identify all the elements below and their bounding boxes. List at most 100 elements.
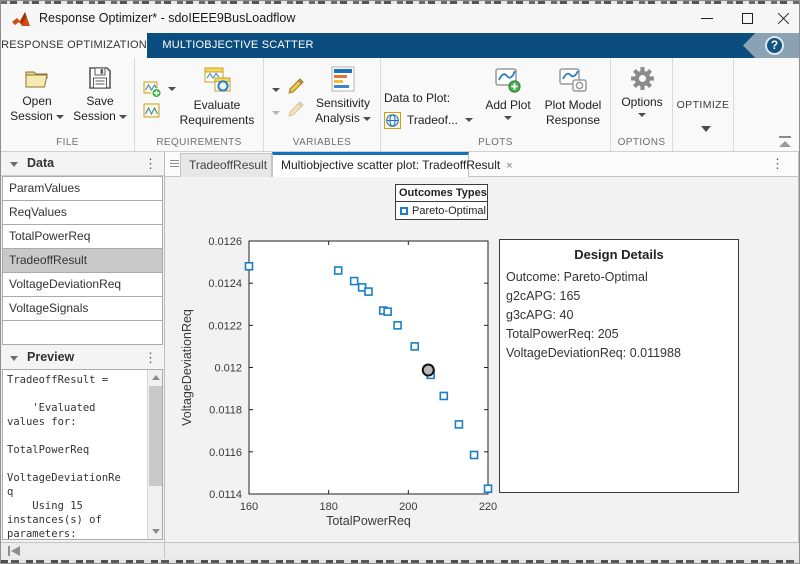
window-title: Response Optimizer* - sdoIEEE9BusLoadflo… bbox=[39, 4, 295, 33]
new-requirement-icon bbox=[143, 80, 162, 99]
data-to-plot-dropdown[interactable]: Tradeof... bbox=[384, 110, 473, 130]
chevron-down-icon[interactable] bbox=[272, 88, 280, 92]
view-requirement-button[interactable] bbox=[143, 103, 162, 124]
pareto-point[interactable] bbox=[246, 263, 253, 270]
preview-scrollbar[interactable] bbox=[147, 370, 162, 539]
design-detail-totalpowerreq: TotalPowerReq: 205 bbox=[500, 325, 738, 344]
collapse-toolstrip-button[interactable] bbox=[777, 136, 793, 148]
chevron-down-icon[interactable] bbox=[119, 115, 127, 119]
scrollbar-thumb[interactable] bbox=[149, 386, 162, 486]
edit-variable-button[interactable] bbox=[286, 77, 305, 101]
matlab-logo-icon bbox=[11, 10, 31, 28]
chevron-down-icon[interactable] bbox=[272, 111, 280, 115]
data-item-voltagesignals[interactable]: VoltageSignals bbox=[2, 296, 163, 321]
title-bar: Response Optimizer* - sdoIEEE9BusLoadflo… bbox=[1, 4, 799, 33]
evaluate-requirements-button[interactable]: Evaluate Requirements bbox=[177, 63, 257, 128]
optimize-dropdown-icon[interactable] bbox=[701, 126, 711, 132]
app-window: Response Optimizer* - sdoIEEE9BusLoadflo… bbox=[0, 0, 800, 564]
add-plot-label: Add Plot bbox=[485, 98, 530, 113]
pareto-point[interactable] bbox=[384, 308, 391, 315]
legend-title: Outcomes Types bbox=[396, 185, 487, 202]
pareto-point[interactable] bbox=[411, 343, 418, 350]
legend-entry-label: Pareto-Optimal bbox=[412, 205, 486, 217]
kebab-menu-icon[interactable]: ⋮ bbox=[144, 152, 157, 175]
pareto-point[interactable] bbox=[365, 288, 372, 295]
maximize-button[interactable] bbox=[727, 4, 767, 33]
data-item-reqvalues[interactable]: ReqValues bbox=[2, 200, 163, 225]
pareto-point[interactable] bbox=[485, 485, 492, 492]
close-tab-icon[interactable]: × bbox=[506, 160, 512, 172]
scroll-up-icon[interactable] bbox=[148, 370, 163, 385]
pareto-point[interactable] bbox=[335, 267, 342, 274]
gear-icon bbox=[629, 65, 656, 92]
kebab-menu-icon[interactable]: ⋮ bbox=[771, 152, 784, 176]
chevron-down-icon[interactable] bbox=[168, 87, 176, 91]
plot-model-label-2: Response bbox=[546, 113, 600, 128]
design-detail-g2capg: g2cAPG: 165 bbox=[500, 287, 738, 306]
save-floppy-icon bbox=[87, 65, 113, 91]
chevron-down-icon[interactable] bbox=[465, 118, 473, 122]
add-plot-button[interactable]: Add Plot bbox=[477, 63, 539, 120]
svg-text:0.0118: 0.0118 bbox=[209, 405, 242, 417]
evaluate-label-2: Requirements bbox=[180, 113, 255, 128]
sensitivity-label-1: Sensitivity bbox=[316, 96, 370, 111]
pareto-point[interactable] bbox=[351, 278, 358, 285]
save-session-button[interactable]: Save Session bbox=[69, 63, 131, 124]
options-button[interactable]: Options bbox=[614, 63, 670, 117]
collapse-arrow-icon bbox=[779, 141, 791, 147]
scatter-plot[interactable]: 1601802002200.01140.01160.01180.0120.012… bbox=[169, 229, 499, 529]
data-item-totalpowerreq[interactable]: TotalPowerReq bbox=[2, 224, 163, 249]
new-requirement-button[interactable] bbox=[143, 80, 162, 104]
group-options: Options OPTIONS bbox=[611, 58, 673, 151]
pareto-point[interactable] bbox=[471, 451, 478, 458]
collapse-panel-icon[interactable] bbox=[10, 356, 18, 361]
tab-multiobjective-scatter-plot[interactable]: MULTIOBJECTIVE SCATTER PLOT bbox=[147, 33, 329, 58]
data-item-paramvalues[interactable]: ParamValues bbox=[2, 176, 163, 201]
pareto-point[interactable] bbox=[394, 322, 401, 329]
data-item-voltagedeviationreq[interactable]: VoltageDeviationReq bbox=[2, 272, 163, 297]
chevron-down-icon[interactable] bbox=[363, 117, 371, 121]
scroll-down-icon[interactable] bbox=[148, 524, 163, 539]
chevron-down-icon[interactable] bbox=[638, 113, 646, 117]
collapse-panel-icon[interactable] bbox=[10, 162, 18, 167]
legend-entry-pareto[interactable]: Pareto-Optimal bbox=[396, 202, 487, 219]
skip-to-start-icon[interactable] bbox=[8, 546, 22, 556]
data-item-empty[interactable] bbox=[2, 320, 163, 345]
sensitivity-analysis-button[interactable]: Sensitivity Analysis bbox=[308, 63, 378, 126]
doc-tab-tradeoffresult[interactable]: TradeoffResult× bbox=[180, 153, 272, 177]
tab-response-optimization[interactable]: RESPONSE OPTIMIZATION bbox=[1, 33, 147, 58]
svg-text:0.0126: 0.0126 bbox=[208, 236, 242, 248]
data-to-plot-value: Tradeof... bbox=[407, 113, 458, 127]
legend-marker-square-icon bbox=[400, 207, 408, 215]
svg-text:TotalPowerReq: TotalPowerReq bbox=[326, 514, 411, 528]
close-button[interactable] bbox=[763, 4, 800, 33]
pareto-point[interactable] bbox=[440, 392, 447, 399]
help-button[interactable]: ? bbox=[765, 36, 784, 55]
plot-document-area: Outcomes Types Pareto-Optimal 1601802002… bbox=[165, 177, 798, 542]
screen-artifact-bottom bbox=[1, 558, 800, 564]
doc-tab-scatter-plot[interactable]: Multiobjective scatter plot: TradeoffRes… bbox=[272, 152, 469, 178]
design-details-title: Design Details bbox=[500, 247, 738, 262]
kebab-menu-icon[interactable]: ⋮ bbox=[144, 346, 157, 369]
svg-text:200: 200 bbox=[399, 501, 417, 513]
pencil-icon bbox=[286, 100, 305, 119]
group-label-plots: PLOTS bbox=[381, 137, 610, 148]
pencil-icon bbox=[286, 77, 305, 96]
plot-model-response-button[interactable]: Plot Model Response bbox=[537, 63, 609, 128]
design-detail-g3capg: g3cAPG: 40 bbox=[500, 306, 738, 325]
document-bar-grip-icon[interactable] bbox=[170, 160, 179, 168]
preview-panel-header: Preview ⋮ bbox=[1, 346, 164, 370]
selected-design-point[interactable] bbox=[423, 365, 434, 376]
open-folder-icon bbox=[23, 65, 51, 91]
minimize-button[interactable] bbox=[687, 4, 727, 33]
chevron-down-icon[interactable] bbox=[56, 115, 64, 119]
chevron-down-icon[interactable] bbox=[504, 116, 512, 120]
edit-variable-disabled-button bbox=[286, 100, 305, 124]
pareto-point[interactable] bbox=[455, 421, 462, 428]
sensitivity-analysis-icon bbox=[329, 65, 357, 93]
open-session-button[interactable]: Open Session bbox=[7, 63, 67, 124]
save-session-label-1: Save bbox=[86, 94, 113, 109]
optimize-label: OPTIMIZE bbox=[673, 99, 733, 111]
group-label-variables: VARIABLES bbox=[264, 137, 380, 148]
data-item-tradeoffresult[interactable]: TradeoffResult bbox=[2, 248, 163, 273]
